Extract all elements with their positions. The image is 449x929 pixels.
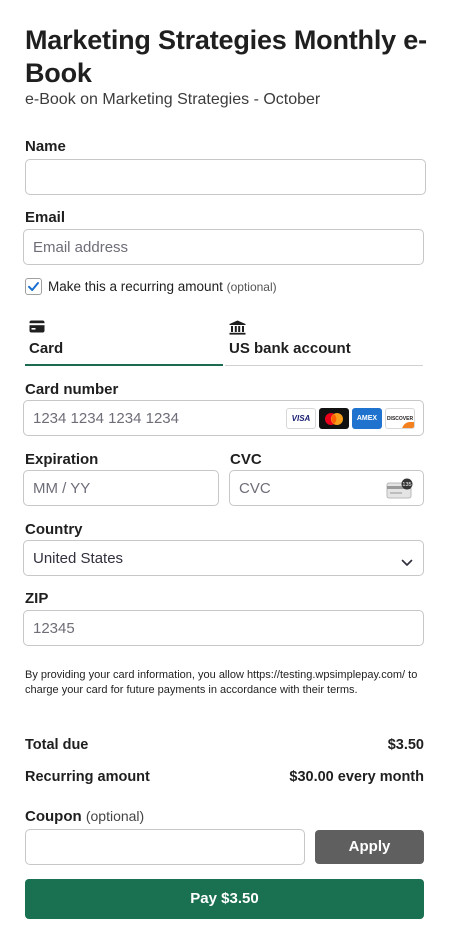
expiration-label: Expiration — [25, 451, 99, 468]
expiration-field[interactable]: MM / YY — [23, 470, 219, 506]
apply-coupon-button[interactable]: Apply — [315, 830, 424, 864]
cvc-placeholder: CVC — [239, 480, 271, 497]
tab-us-bank-account-label: US bank account — [229, 340, 351, 357]
recurring-amount-row: Recurring amount $30.00 every month — [25, 769, 424, 785]
amex-icon: AMEX — [352, 408, 382, 429]
mastercard-icon — [319, 408, 349, 429]
zip-label: ZIP — [25, 590, 49, 607]
card-number-field[interactable]: 1234 1234 1234 1234 VISA AMEX DISCOVER — [23, 400, 424, 436]
email-placeholder: Email address — [33, 239, 129, 256]
card-number-label: Card number — [25, 381, 119, 398]
discover-text: DISCOVER — [386, 415, 414, 422]
total-due-value: $3.50 — [387, 737, 424, 753]
total-due-row: Total due $3.50 — [25, 737, 424, 753]
cvc-card-icon: 135 — [386, 478, 414, 505]
expiration-placeholder: MM / YY — [33, 480, 91, 497]
name-field[interactable] — [25, 159, 426, 195]
name-label: Name — [25, 138, 66, 155]
tab-card[interactable]: Card — [25, 318, 223, 366]
visa-icon: VISA — [286, 408, 316, 429]
discover-icon: DISCOVER — [385, 408, 415, 429]
card-disclaimer: By providing your card information, you … — [25, 669, 418, 696]
recurring-checkbox[interactable] — [25, 278, 42, 295]
country-label: Country — [25, 521, 83, 538]
coupon-label: Coupon (optional) — [25, 808, 144, 825]
card-number-placeholder: 1234 1234 1234 1234 — [33, 410, 179, 427]
country-value: United States — [33, 550, 124, 567]
cvc-field[interactable]: CVC 135 — [229, 470, 424, 506]
discover-accent — [402, 422, 414, 428]
chevron-down-icon — [401, 554, 413, 572]
checkmark-icon — [28, 282, 39, 291]
tab-us-bank-account[interactable]: US bank account — [225, 318, 423, 366]
page-subtitle: e-Book on Marketing Strategies - October — [25, 91, 321, 108]
recurring-label: Make this a recurring amount (optional) — [48, 279, 277, 294]
recurring-label-text: Make this a recurring amount — [48, 279, 223, 294]
recurring-amount-label: Recurring amount — [25, 769, 150, 785]
svg-text:135: 135 — [402, 482, 411, 488]
recurring-amount-value: $30.00 every month — [289, 769, 424, 785]
total-due-label: Total due — [25, 737, 89, 753]
country-select[interactable]: United States — [23, 540, 424, 576]
coupon-optional: (optional) — [85, 808, 145, 824]
recurring-optional: (optional) — [226, 280, 277, 294]
cvc-label: CVC — [230, 451, 262, 468]
zip-placeholder: 12345 — [33, 620, 75, 637]
bank-icon — [229, 320, 246, 340]
page-title: Marketing Strategies Monthly e-Book — [25, 25, 427, 88]
coupon-field[interactable] — [25, 829, 305, 865]
email-label: Email — [25, 209, 66, 226]
tab-card-label: Card — [29, 340, 64, 357]
pay-button[interactable]: Pay $3.50 — [25, 879, 424, 919]
credit-card-icon — [29, 320, 45, 338]
zip-field[interactable]: 12345 — [23, 610, 424, 646]
coupon-label-text: Coupon — [25, 808, 82, 825]
email-field[interactable]: Email address — [23, 229, 424, 265]
